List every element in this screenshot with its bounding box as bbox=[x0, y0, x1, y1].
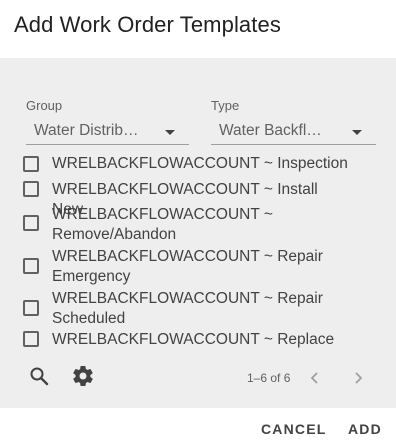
chevron-left-icon[interactable] bbox=[308, 368, 322, 393]
type-select-value: Water Backfl… bbox=[219, 122, 322, 139]
template-label: WRELBACKFLOWACCOUNT ~ Replace bbox=[52, 331, 335, 348]
template-checkbox[interactable] bbox=[23, 215, 39, 231]
type-select[interactable]: Water Backfl… bbox=[211, 119, 376, 145]
search-button[interactable] bbox=[27, 364, 53, 390]
dropdown-arrow-icon bbox=[165, 130, 175, 135]
template-label-line2: Emergency bbox=[52, 268, 131, 285]
template-checkbox[interactable] bbox=[23, 300, 39, 316]
template-label: WRELBACKFLOWACCOUNT ~ Repair Emergency bbox=[52, 247, 352, 287]
type-filter-label: Type bbox=[211, 98, 240, 113]
template-label-line2: Remove/Abandon bbox=[52, 226, 177, 243]
template-checkbox[interactable] bbox=[23, 156, 39, 172]
template-label: WRELBACKFLOWACCOUNT ~ Remove/Abandon bbox=[52, 205, 352, 245]
group-select[interactable]: Water Distrib… bbox=[26, 119, 189, 145]
template-row[interactable]: WRELBACKFLOWACCOUNT ~ Replace bbox=[0, 325, 396, 353]
gear-icon bbox=[73, 366, 93, 387]
template-label-line1: WRELBACKFLOWACCOUNT ~ Repair bbox=[52, 248, 323, 265]
template-list: WRELBACKFLOWACCOUNT ~ Inspection WRELBAC… bbox=[0, 152, 396, 353]
pagination-range: 1–6 of 6 bbox=[247, 371, 291, 385]
cancel-button[interactable]: CANCEL bbox=[261, 421, 327, 437]
list-toolbar: 1–6 of 6 bbox=[0, 364, 396, 396]
template-row[interactable]: WRELBACKFLOWACCOUNT ~ Install New bbox=[0, 176, 396, 218]
chevron-right-icon[interactable] bbox=[351, 368, 365, 393]
template-row[interactable]: WRELBACKFLOWACCOUNT ~ Repair Scheduled bbox=[0, 285, 396, 327]
template-checkbox[interactable] bbox=[23, 181, 39, 197]
dialog-content: Group Water Distrib… Type Water Backfl… … bbox=[0, 58, 396, 408]
type-filter: Type Water Backfl… bbox=[211, 98, 376, 145]
group-filter: Group Water Distrib… bbox=[26, 98, 189, 145]
template-checkbox[interactable] bbox=[23, 258, 39, 274]
add-button[interactable]: ADD bbox=[348, 421, 382, 437]
template-label: WRELBACKFLOWACCOUNT ~ Inspection bbox=[52, 155, 348, 172]
template-label-line1: WRELBACKFLOWACCOUNT ~ bbox=[52, 206, 273, 223]
settings-button[interactable] bbox=[71, 364, 97, 390]
group-filter-label: Group bbox=[26, 98, 63, 113]
add-work-order-templates-dialog: Add Work Order Templates Group Water Dis… bbox=[0, 0, 396, 443]
group-select-value: Water Distrib… bbox=[34, 122, 139, 139]
dropdown-arrow-icon bbox=[352, 130, 362, 135]
template-checkbox[interactable] bbox=[23, 331, 39, 347]
template-row[interactable]: WRELBACKFLOWACCOUNT ~ Repair Emergency bbox=[0, 243, 396, 285]
template-label: WRELBACKFLOWACCOUNT ~ Repair Scheduled bbox=[52, 289, 352, 329]
dialog-title: Add Work Order Templates bbox=[14, 12, 281, 37]
template-row[interactable]: WRELBACKFLOWACCOUNT ~ Inspection bbox=[0, 152, 396, 176]
dialog-actions: CANCEL ADD bbox=[0, 408, 396, 443]
template-label-line1: WRELBACKFLOWACCOUNT ~ Repair bbox=[52, 290, 323, 307]
template-row[interactable]: WRELBACKFLOWACCOUNT ~ Remove/Abandon bbox=[0, 201, 396, 243]
search-icon bbox=[30, 367, 49, 386]
